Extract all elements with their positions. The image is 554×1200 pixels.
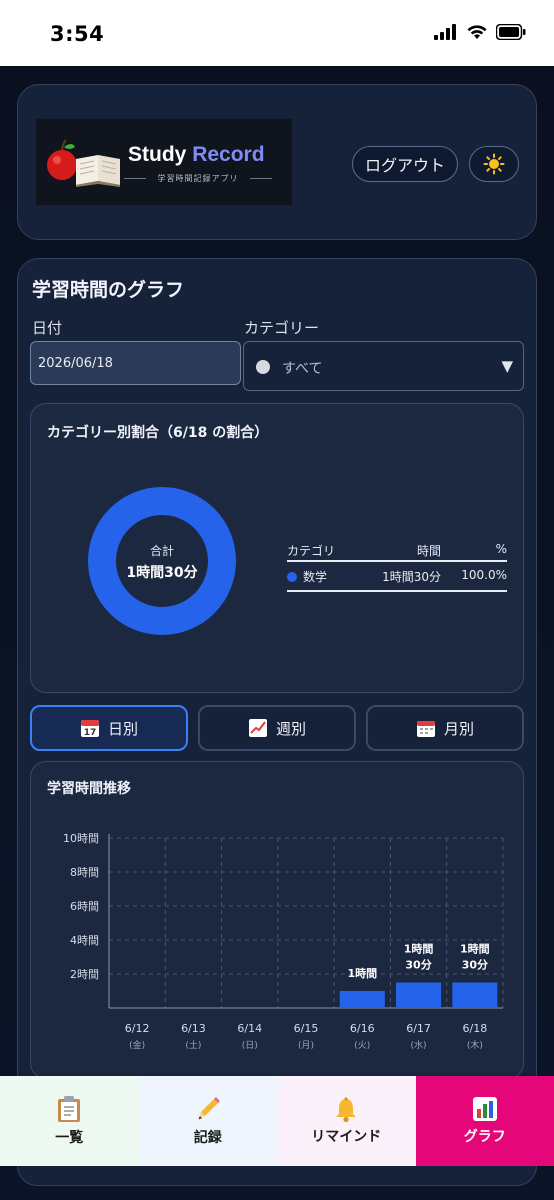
donut-slice [88, 487, 236, 635]
date-label: 日付 [32, 319, 63, 337]
table-cell-percent: 100.0% [461, 568, 507, 582]
status-time: 3:54 [50, 22, 105, 46]
x-tick-weekday: (土) [185, 1039, 201, 1051]
y-tick-label: 10時間 [63, 832, 99, 845]
category-ratio-title: カテゴリー別割合（6/18 の割合） [47, 425, 269, 441]
app-logo[interactable]: Study Record 学習時間記録アプリ [36, 119, 292, 205]
table-header-percent: % [495, 542, 507, 556]
graph-card: 学習時間のグラフ 日付 カテゴリー すべて ▼ カテゴリー別割合（6/18 の割… [17, 258, 537, 1098]
battery-icon [496, 24, 526, 40]
chart-grid [108, 837, 504, 1008]
study-trend-bar-chart: 2時間 4時間 6時間 8時間 10時間 6/12 (金) 6/13 (土) 6/14 (日) 6/1… [63, 832, 504, 1051]
donut-total-value: 1時間30分 [126, 565, 198, 581]
nav-item-graph[interactable]: グラフ [415, 1076, 554, 1166]
nav-item-remind-label: リマインド [311, 1129, 382, 1145]
sun-icon [483, 153, 505, 175]
nav-item-list-label: 一覧 [55, 1130, 84, 1146]
table-row: 数学 1時間30分 100.0% [287, 562, 507, 592]
status-bar: 3:54 [0, 0, 554, 66]
logo-subtitle: 学習時間記録アプリ [124, 173, 272, 184]
category-color-dot [287, 572, 297, 582]
x-tick-label: 6/18 [463, 1022, 488, 1035]
date-input[interactable] [30, 341, 241, 385]
wifi-icon [467, 25, 487, 39]
donut-chart [88, 487, 236, 635]
tab-monthly-label: 月別 [443, 719, 474, 738]
pencil-icon [198, 1097, 220, 1120]
y-tick-label: 8時間 [70, 866, 99, 879]
x-tick-label: 6/17 [406, 1022, 431, 1035]
table-header-category: カテゴリ [287, 544, 336, 558]
bar-data-label: 1時間 30分 [460, 942, 490, 972]
tab-daily-label: 日別 [107, 719, 138, 738]
category-table-header: カテゴリ 時間 % [287, 536, 507, 562]
bottom-nav: 一覧 記録 リマインド グラフ [0, 1076, 554, 1166]
tab-weekly[interactable]: 週別 [198, 705, 356, 751]
table-cell-category-name: 数学 [303, 570, 328, 584]
x-tick-weekday: (水) [411, 1039, 427, 1051]
y-tick-label: 6時間 [70, 900, 99, 913]
category-select[interactable]: すべて ▼ [243, 341, 524, 391]
y-tick-label: 4時間 [70, 934, 99, 947]
tab-monthly[interactable]: 月別 [366, 705, 524, 751]
chevron-down-icon: ▼ [501, 357, 513, 375]
category-color-dot [256, 360, 270, 374]
x-tick-label: 6/12 [125, 1022, 150, 1035]
bell-icon [336, 1097, 357, 1123]
category-table: カテゴリ 時間 % 数学 1時間30分 100.0% [287, 536, 507, 592]
spiral-calendar-icon [416, 721, 435, 737]
graph-title: 学習時間のグラフ [32, 279, 185, 301]
x-tick-label: 6/15 [294, 1022, 319, 1035]
x-tick-label: 6/16 [350, 1022, 375, 1035]
chart-increasing-icon [248, 719, 267, 737]
x-tick-weekday: (日) [242, 1040, 258, 1051]
bar-data-label: 1時間 30分 [404, 942, 434, 972]
x-tick-weekday: (月) [298, 1040, 314, 1051]
donut-total-label: 合計 [149, 544, 174, 558]
status-icons [434, 24, 526, 40]
category-ratio-card: カテゴリー別割合（6/18 の割合） 合計 1時間30分 カテゴリ 時間 % 数… [30, 403, 524, 693]
bar-chart-icon [472, 1097, 497, 1121]
svg-text:17: 17 [84, 728, 97, 738]
clipboard-icon [58, 1096, 81, 1122]
logo-title-part2: Record [192, 143, 265, 166]
bar[interactable] [396, 982, 442, 1009]
bar-data-label: 1時間 [347, 966, 377, 980]
nav-item-graph-label: グラフ [463, 1129, 506, 1145]
table-cell-time: 1時間30分 [382, 570, 441, 584]
nav-item-list[interactable]: 一覧 [0, 1076, 139, 1166]
category-label: カテゴリー [244, 319, 320, 337]
x-tick-label: 6/14 [237, 1022, 262, 1035]
tab-weekly-label: 週別 [275, 719, 306, 738]
theme-toggle-button[interactable] [469, 146, 519, 182]
bar[interactable] [452, 982, 498, 1009]
x-tick-weekday: (火) [354, 1040, 370, 1051]
nav-item-record[interactable]: 記録 [138, 1076, 277, 1166]
bar[interactable] [339, 991, 385, 1008]
table-cell-category: 数学 [287, 568, 327, 585]
nav-item-record-label: 記録 [193, 1130, 222, 1146]
logo-title: Study Record [128, 143, 265, 167]
header-card: Study Record 学習時間記録アプリ ログアウト [17, 84, 537, 240]
bottom-card-edge [17, 1166, 537, 1186]
study-trend-card: 学習時間推移 2時間 4時間 6時間 8時間 10時間 6/12 (金) 6/13 (土) 6/1… [30, 761, 524, 1079]
x-tick-weekday: (木) [467, 1039, 483, 1051]
table-header-time: 時間 [416, 544, 441, 558]
logout-button[interactable]: ログアウト [352, 146, 458, 182]
cellular-signal-icon [434, 24, 456, 40]
nav-item-remind[interactable]: リマインド [277, 1076, 416, 1166]
x-tick-weekday: (金) [129, 1039, 145, 1051]
x-tick-label: 6/13 [181, 1022, 206, 1035]
logo-title-part1: Study [128, 143, 187, 166]
apple-book-icon [47, 139, 120, 187]
y-tick-label: 2時間 [70, 968, 99, 981]
category-selected-value: すべて [282, 361, 323, 377]
tab-daily[interactable]: 17 日別 [30, 705, 188, 751]
calendar-icon: 17 [80, 720, 99, 738]
